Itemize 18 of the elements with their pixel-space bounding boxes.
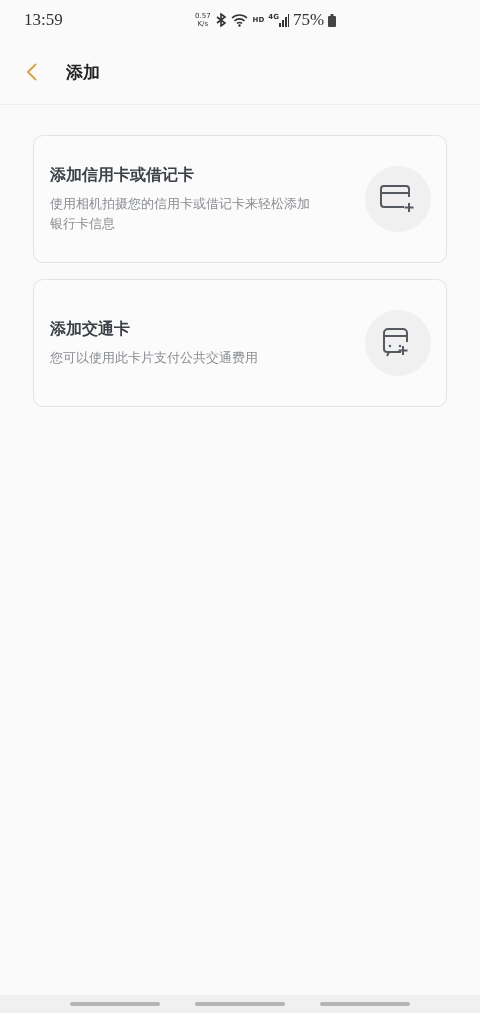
- status-time: 13:59: [24, 10, 63, 30]
- signal-icon: [278, 13, 289, 27]
- option-title: 添加信用卡或借记卡: [50, 164, 195, 186]
- card-plus-icon: [379, 184, 417, 214]
- nav-handle[interactable]: [320, 1002, 410, 1006]
- add-card-option[interactable]: 添加信用卡或借记卡 使用相机拍摄您的信用卡或借记卡来轻松添加银行卡信息: [33, 135, 447, 263]
- wifi-icon: [230, 13, 249, 27]
- bluetooth-icon: [214, 13, 227, 27]
- option-description: 您可以使用此卡片支付公共交通费用: [50, 348, 259, 367]
- nav-handle[interactable]: [70, 1002, 160, 1006]
- add-card-option[interactable]: 添加交通卡 您可以使用此卡片支付公共交通费用: [33, 279, 447, 407]
- option-description: 使用相机拍摄您的信用卡或借记卡来轻松添加银行卡信息: [50, 194, 311, 233]
- option-title: 添加交通卡: [50, 318, 131, 340]
- battery-percent: 75%: [292, 10, 325, 30]
- back-icon[interactable]: [26, 62, 38, 82]
- page-title: 添加: [66, 60, 100, 84]
- battery-icon: [328, 13, 337, 27]
- nav-handle[interactable]: [195, 1002, 285, 1006]
